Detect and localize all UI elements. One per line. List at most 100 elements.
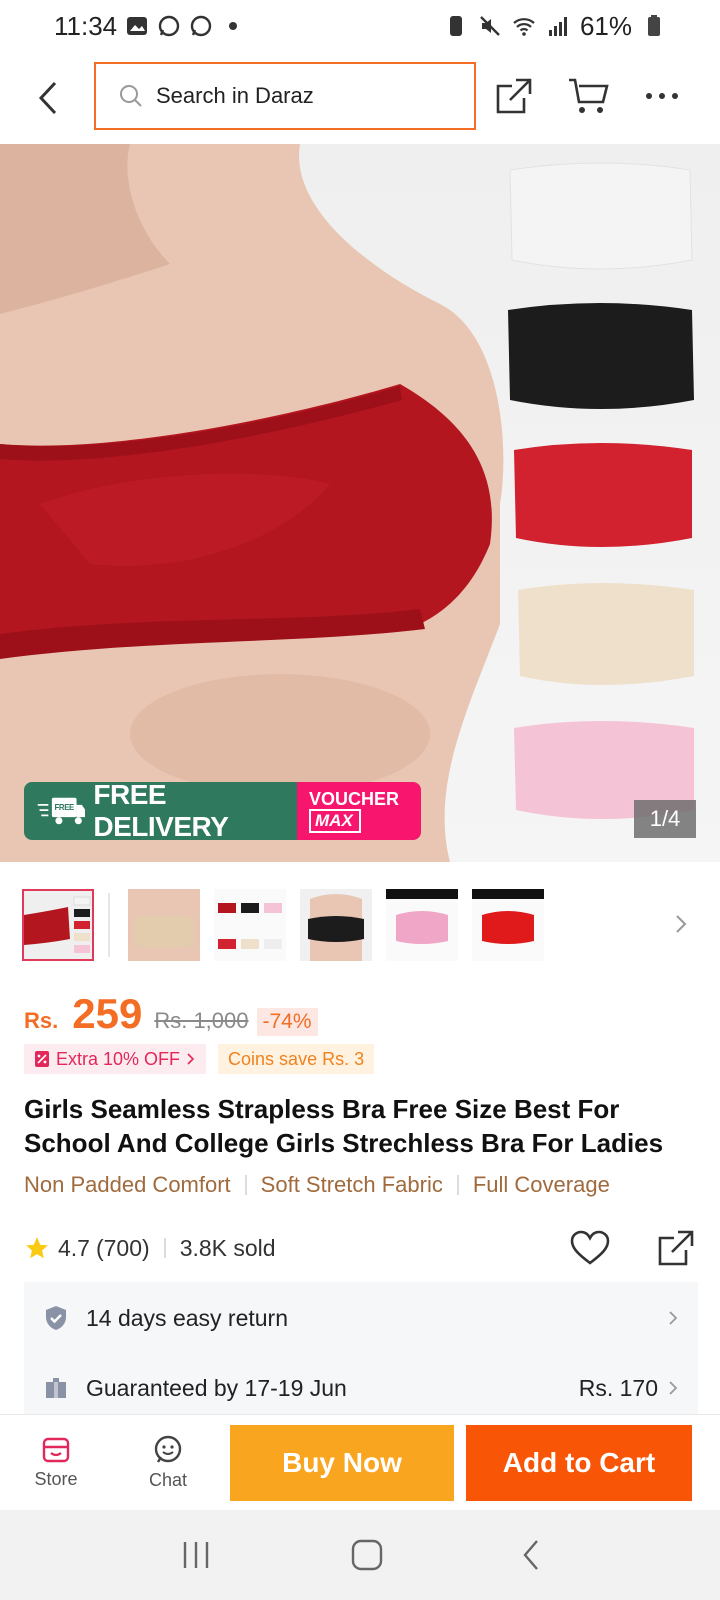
- back-button[interactable]: [28, 74, 68, 122]
- store-icon: [42, 1437, 70, 1463]
- chevron-right-icon: [187, 1053, 195, 1065]
- thumbnail-divider: [108, 893, 110, 957]
- feature-item: Non Padded Comfort: [24, 1172, 231, 1197]
- promo-banner: FREE FREE DELIVERY VOUCHER MAX: [24, 782, 421, 840]
- price-row: Rs. 259 Rs. 1,000 -74%: [24, 990, 318, 1038]
- feature-divider: [244, 1175, 247, 1195]
- gallery-notification-icon: [127, 17, 148, 35]
- store-button[interactable]: Store: [0, 1415, 112, 1511]
- thumbnail-1[interactable]: [22, 889, 94, 961]
- chevron-right-icon: [669, 1311, 678, 1325]
- chat-icon: [154, 1435, 182, 1463]
- return-policy-text: 14 days easy return: [86, 1304, 289, 1331]
- voucher-max-text: MAX: [309, 809, 361, 833]
- share-product-icon[interactable]: [656, 1228, 696, 1268]
- original-price: Rs. 1,000: [154, 1008, 249, 1033]
- chat-button[interactable]: Chat: [112, 1415, 224, 1511]
- rating-count[interactable]: (700): [96, 1235, 150, 1262]
- more-options-button[interactable]: [638, 72, 686, 120]
- feature-item: Soft Stretch Fabric: [260, 1172, 443, 1197]
- chevron-right-icon: [669, 1381, 678, 1395]
- rating-divider: [163, 1238, 166, 1258]
- extra-off-text: Extra 10% OFF: [56, 1048, 181, 1069]
- bottom-action-bar: Store Chat Buy Now Add to Cart: [0, 1414, 720, 1510]
- thumbnail-image: [24, 891, 92, 959]
- color-swatches-image: [508, 162, 694, 819]
- thumbnail-5[interactable]: [386, 889, 458, 961]
- currency-label: Rs.: [24, 1008, 59, 1033]
- buy-now-button[interactable]: Buy Now: [230, 1425, 454, 1501]
- battery-saver-icon: [449, 16, 462, 36]
- status-time: 11:34: [54, 10, 118, 41]
- delivery-fee: Rs. 170: [578, 1374, 658, 1401]
- whatsapp-notification-icon: [158, 15, 180, 37]
- battery-icon: [648, 15, 660, 36]
- add-to-cart-button[interactable]: Add to Cart: [466, 1425, 692, 1501]
- free-badge-text: FREE: [55, 803, 75, 812]
- product-features: Non Padded Comfort Soft Stretch Fabric F…: [24, 1172, 610, 1198]
- wifi-icon: [513, 18, 535, 36]
- cart-icon: [569, 78, 609, 113]
- star-icon: [26, 1237, 48, 1259]
- thumbnail-6[interactable]: [472, 889, 544, 961]
- extra-off-tag[interactable]: Extra 10% OFF: [24, 1044, 207, 1074]
- dot-icon: [229, 22, 238, 30]
- current-price: 259: [72, 990, 143, 1037]
- thumbnail-image: [386, 889, 458, 961]
- whatsapp-notification-icon: [190, 15, 212, 37]
- cart-button[interactable]: [564, 72, 612, 120]
- thumbnail-4[interactable]: [300, 889, 372, 961]
- thumbnail-strip: [22, 888, 702, 962]
- voucher-max-badge: VOUCHER MAX: [297, 782, 421, 840]
- voucher-text: VOUCHER: [309, 789, 400, 809]
- share-icon: [496, 78, 532, 114]
- top-header: [0, 52, 720, 144]
- battery-percent: 61%: [579, 10, 632, 41]
- coins-tag: Coins save Rs. 3: [218, 1044, 375, 1074]
- thumbnails-next-button[interactable]: [666, 906, 696, 942]
- service-info-box: 14 days easy return Guaranteed by 17-19 …: [24, 1282, 698, 1418]
- feature-divider: [456, 1175, 459, 1195]
- thumbnail-2[interactable]: [128, 889, 200, 961]
- store-label: Store: [34, 1469, 78, 1489]
- product-image-gallery[interactable]: FREE FREE DELIVERY VOUCHER MAX 1/4: [0, 144, 720, 862]
- chat-label: Chat: [148, 1470, 188, 1490]
- promo-tags: Extra 10% OFF Coins save Rs. 3: [24, 1044, 375, 1074]
- discount-badge: -74%: [256, 1008, 318, 1036]
- delivery-row[interactable]: Guaranteed by 17-19 Jun Rs. 170: [24, 1354, 698, 1422]
- system-navigation-bar: [0, 1510, 720, 1600]
- search-bar[interactable]: [94, 62, 476, 130]
- rating-row: 4.7 (700) 3.8K sold: [24, 1228, 696, 1268]
- sold-count: 3.8K sold: [179, 1234, 276, 1261]
- free-delivery-text: FREE DELIVERY: [93, 782, 229, 840]
- status-bar: 11:34 61%: [0, 0, 720, 52]
- more-dots-icon: [646, 93, 678, 99]
- free-delivery-badge: FREE FREE DELIVERY: [24, 782, 297, 840]
- wishlist-heart-icon[interactable]: [570, 1230, 610, 1266]
- thumbnail-image: [214, 889, 286, 961]
- mute-icon: [480, 16, 500, 36]
- image-counter: 1/4: [634, 800, 696, 838]
- search-input[interactable]: [156, 83, 456, 109]
- return-policy-row[interactable]: 14 days easy return: [24, 1284, 698, 1352]
- thumbnail-image: [472, 889, 544, 961]
- feature-item: Full Coverage: [472, 1172, 610, 1197]
- rating-value[interactable]: 4.7: [58, 1235, 90, 1262]
- home-icon[interactable]: [350, 1538, 384, 1572]
- search-icon: [120, 85, 142, 107]
- thumbnail-image: [300, 889, 372, 961]
- delivery-box-icon: [46, 1378, 66, 1398]
- system-back-icon[interactable]: [521, 1538, 541, 1572]
- thumbnail-3[interactable]: [214, 889, 286, 961]
- thumbnail-image: [128, 889, 200, 961]
- delivery-date-text: Guaranteed by 17-19 Jun: [86, 1374, 347, 1401]
- shield-check-icon: [46, 1306, 66, 1330]
- recent-apps-icon[interactable]: [179, 1540, 213, 1570]
- delivery-truck-icon: FREE: [37, 797, 86, 825]
- signal-icon: [548, 17, 567, 36]
- back-arrow-icon: [38, 81, 57, 115]
- chevron-right-icon: [676, 915, 687, 933]
- product-title: Girls Seamless Strapless Bra Free Size B…: [24, 1094, 664, 1158]
- share-button[interactable]: [490, 72, 538, 120]
- coupon-icon: [35, 1051, 49, 1067]
